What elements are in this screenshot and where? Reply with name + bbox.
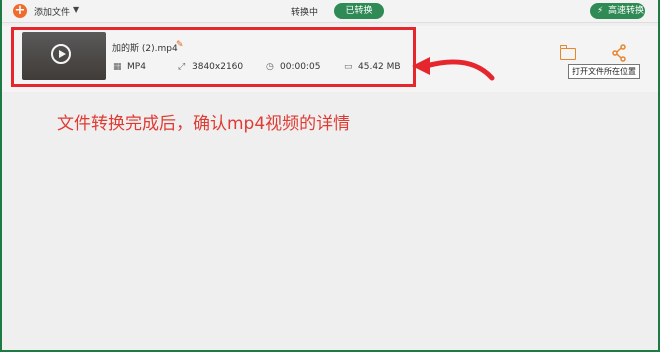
annotation-caption: 文件转换完成后，确认mp4视频的详情 xyxy=(57,114,351,134)
plus-circle-icon[interactable]: + xyxy=(13,4,27,18)
tab-converted[interactable]: 已转换 xyxy=(334,3,384,19)
toolbar: + 添加文件 ▼ 转换中 已转换 ⚡ 高速转换 xyxy=(2,0,658,23)
annotation-highlight-box xyxy=(11,27,416,87)
add-file-button[interactable]: 添加文件 xyxy=(34,5,70,18)
lightning-icon: ⚡ xyxy=(597,6,604,16)
open-folder-tooltip: 打开文件所在位置 xyxy=(568,64,640,79)
fast-convert-label: 高速转换 xyxy=(608,6,645,16)
fast-convert-button[interactable]: ⚡ 高速转换 xyxy=(590,3,645,19)
annotation-arrow xyxy=(412,57,495,81)
folder-icon[interactable] xyxy=(560,45,576,60)
tab-converting[interactable]: 转换中 xyxy=(291,5,318,18)
share-icon[interactable] xyxy=(611,44,627,62)
chevron-down-icon[interactable]: ▼ xyxy=(73,5,79,14)
